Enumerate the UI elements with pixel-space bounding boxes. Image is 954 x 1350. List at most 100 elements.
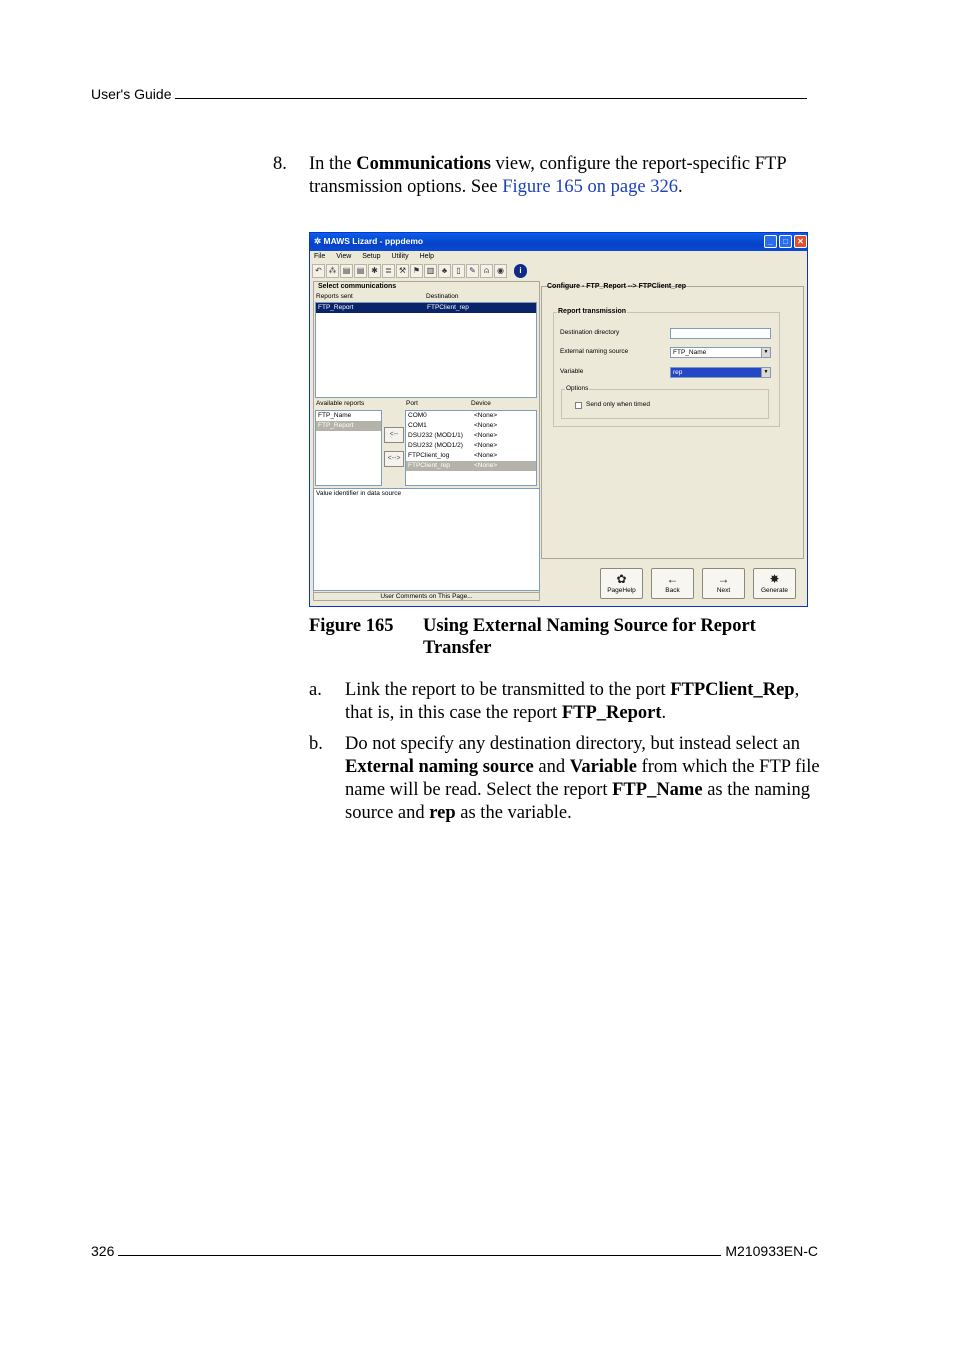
app-window-screenshot: ✲ MAWS Lizard - pppdemo _ □ ✕ File View …	[309, 232, 808, 607]
chevron-down-icon[interactable]: ▼	[761, 368, 770, 377]
variable-select[interactable]: rep ▼	[670, 367, 771, 378]
undo-icon[interactable]: ↶	[312, 264, 325, 278]
item-b-bold-1: External naming source	[345, 757, 534, 777]
maximize-icon[interactable]: □	[779, 235, 792, 248]
select-communications-title: Select communications	[318, 283, 397, 290]
item-marker: b.	[309, 734, 323, 754]
port-row[interactable]: FTPClient_log <None>	[406, 451, 536, 461]
chart-icon[interactable]: ⚑	[410, 264, 423, 278]
item-b-bold-2: Variable	[569, 757, 637, 777]
port-device: <None>	[474, 432, 498, 439]
info-box: Value identifier in data source	[313, 488, 540, 591]
bell-icon[interactable]: ⍝	[480, 264, 493, 278]
unlink-button[interactable]: <--	[384, 427, 404, 443]
item-b-bold-3: FTP_Name	[612, 780, 703, 800]
port-device: <None>	[474, 442, 498, 449]
external-naming-source-select[interactable]: FTP_Name ▼	[670, 347, 771, 358]
tools-icon[interactable]: ⚒	[396, 264, 409, 278]
page-icon[interactable]: ▥	[424, 264, 437, 278]
variable-value: rep	[673, 369, 683, 376]
hierarchy-icon[interactable]: ♣	[438, 264, 451, 278]
user-comments-bar[interactable]: User Comments on This Page...	[313, 592, 540, 601]
back-arrow-icon: ←	[666, 572, 679, 586]
sent-row[interactable]: FTP_Report FTPClient_rep	[316, 303, 536, 313]
generate-label: Generate	[760, 587, 789, 594]
port-device: <None>	[474, 412, 498, 419]
list-icon[interactable]: ≣	[382, 264, 395, 278]
reports-sent-list[interactable]: FTP_Report FTPClient_rep	[315, 302, 537, 398]
toolbar: ↶ ⁂ ▤ ▤ ✱ ≣ ⚒ ⚑ ▥ ♣ ▯ ✎ ⍝ ◉ i	[312, 264, 557, 280]
send-only-when-timed-label: Send only when timed	[586, 401, 650, 408]
sensor-icon[interactable]: ▤	[340, 264, 353, 278]
port-row[interactable]: DSU232 (MOD1/2) <None>	[406, 441, 536, 451]
figure-title: Using External Naming Source for Report …	[423, 616, 756, 658]
available-reports-list[interactable]: FTP_Name FTP_Report	[315, 410, 382, 486]
sensor2-icon[interactable]: ▤	[354, 264, 367, 278]
close-icon[interactable]: ✕	[794, 235, 807, 248]
step-number: 8.	[273, 154, 287, 174]
port-name: COM1	[408, 422, 427, 429]
available-report-item[interactable]: FTP_Report	[316, 421, 381, 431]
header-title: User's Guide	[91, 86, 172, 102]
chevron-down-icon[interactable]: ▼	[761, 348, 770, 357]
item-a-text-3: .	[661, 703, 667, 723]
ports-list[interactable]: COM0 <None> COM1 <None> DSU232 (MOD1/1) <No…	[405, 410, 537, 486]
step-text: In the Communications view, configure th…	[309, 153, 829, 199]
info-text: Value identifier in data source	[316, 490, 402, 497]
step-bold-1: Communications	[356, 154, 491, 174]
minimize-icon[interactable]: _	[764, 235, 777, 248]
port-device: <None>	[474, 462, 498, 469]
sent-destination: FTPClient_rep	[427, 304, 469, 311]
item-text: Link the report to be transmitted to the…	[345, 679, 829, 725]
link-icon[interactable]: ✎	[466, 264, 479, 278]
window-titlebar: ✲ MAWS Lizard - pppdemo _ □ ✕	[310, 233, 807, 251]
options-label: Options	[565, 385, 590, 392]
sent-report: FTP_Report	[318, 304, 354, 311]
port-row[interactable]: COM0 <None>	[406, 411, 536, 421]
figure-label: Figure 165	[309, 616, 394, 636]
port-name: DSU232 (MOD1/1)	[408, 432, 463, 439]
send-only-when-timed-checkbox[interactable]	[575, 402, 582, 409]
next-arrow-icon: →	[717, 572, 730, 586]
network-icon[interactable]: ⁂	[326, 264, 339, 278]
menu-file[interactable]: File	[314, 253, 325, 260]
port-name: FTPClient_rep	[408, 462, 450, 469]
menu-utility[interactable]: Utility	[391, 253, 408, 260]
port-row[interactable]: COM1 <None>	[406, 421, 536, 431]
pagehelp-label: PageHelp	[607, 587, 636, 594]
item-a-text-1: Link the report to be transmitted to the…	[345, 680, 671, 700]
info-icon[interactable]: i	[514, 264, 527, 278]
pagehelp-button[interactable]: ✿ PageHelp	[600, 568, 643, 599]
report-transmission-title: Report transmission	[557, 308, 628, 315]
window-title: MAWS Lizard - pppdemo	[323, 236, 424, 246]
item-text: Do not specify any destination directory…	[345, 733, 829, 825]
port-device: <None>	[474, 422, 498, 429]
step-text-3: .	[677, 177, 683, 197]
next-button[interactable]: → Next	[702, 568, 745, 599]
next-label: Next	[716, 587, 731, 594]
destination-header: Destination	[426, 293, 459, 300]
back-button[interactable]: ← Back	[651, 568, 694, 599]
available-reports-label: Available reports	[316, 400, 365, 407]
available-report-item[interactable]: FTP_Name	[316, 411, 381, 421]
destination-directory-input[interactable]	[670, 328, 771, 339]
figure-link[interactable]: Figure 165 on page 326	[502, 177, 678, 197]
item-a-bold-2: FTP_Report	[561, 703, 662, 723]
port-name: FTPClient_log	[408, 452, 450, 459]
flag-icon[interactable]: ✱	[368, 264, 381, 278]
menubar: File View Setup Utility Help	[310, 251, 807, 263]
page-header: User's Guide	[91, 86, 811, 102]
menu-setup[interactable]: Setup	[362, 253, 380, 260]
step-text-1: In the	[309, 154, 357, 174]
generate-button[interactable]: ✸ Generate	[753, 568, 796, 599]
item-a-bold-1: FTPClient_Rep	[670, 680, 795, 700]
port-row[interactable]: DSU232 (MOD1/1) <None>	[406, 431, 536, 441]
doc-icon[interactable]: ▯	[452, 264, 465, 278]
menu-help[interactable]: Help	[420, 253, 434, 260]
disk-icon[interactable]: ◉	[494, 264, 507, 278]
link-button[interactable]: <-->	[384, 451, 404, 467]
port-row[interactable]: FTPClient_rep <None>	[406, 461, 536, 471]
configure-title: Configure - FTP_Report --> FTPClient_rep	[547, 283, 687, 290]
item-b-text-1: Do not specify any destination directory…	[345, 734, 801, 754]
menu-view[interactable]: View	[336, 253, 351, 260]
